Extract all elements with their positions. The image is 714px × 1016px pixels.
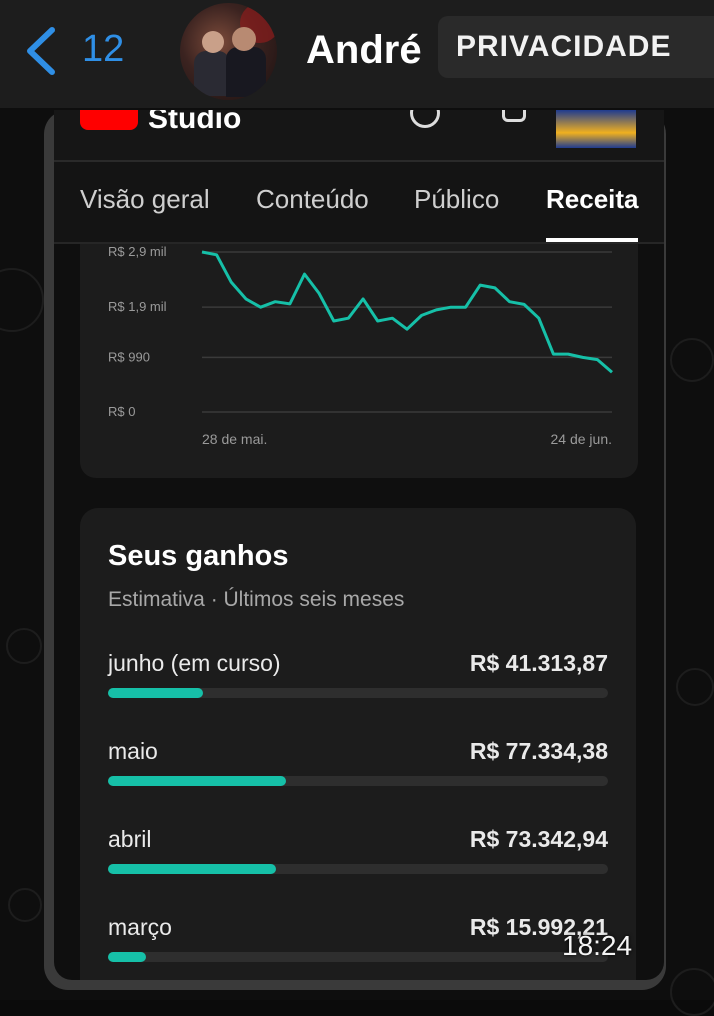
contact-avatar[interactable]	[180, 3, 277, 100]
earnings-title: Seus ganhos	[108, 540, 289, 572]
month-label: junho (em curso)	[108, 650, 281, 676]
youtube-logo-icon	[80, 110, 138, 130]
back-chevron-icon[interactable]	[22, 24, 62, 78]
x-tick-label: 24 de jun.	[551, 431, 613, 447]
tab-revenue: Receita	[546, 184, 639, 214]
tab-content: Conteúdo	[256, 184, 369, 214]
help-icon	[410, 110, 440, 128]
earnings-row-march: março R$ 15.992,21	[108, 914, 608, 974]
month-label: abril	[108, 826, 152, 852]
unread-count[interactable]: 12	[82, 28, 124, 71]
studio-app-title: Studio	[148, 110, 242, 135]
month-label: março	[108, 914, 172, 940]
earnings-bar-fill	[108, 688, 203, 698]
contact-name[interactable]: André	[306, 28, 422, 73]
month-amount: R$ 77.334,38	[469, 738, 608, 764]
earnings-bar-fill	[108, 952, 146, 962]
message-timestamp: 18:24	[562, 930, 633, 961]
privacy-button[interactable]: PRIVACIDADE	[438, 16, 714, 78]
earnings-bar-track	[108, 952, 608, 962]
month-amount: R$ 41.313,87	[469, 650, 608, 676]
earnings-bar-track	[108, 864, 608, 874]
y-tick-label: R$ 1,9 mil	[108, 299, 167, 314]
y-tick-label: R$ 0	[108, 404, 135, 419]
month-amount: R$ 73.342,94	[469, 826, 608, 852]
channel-avatar	[556, 110, 636, 148]
earnings-bar-fill	[108, 776, 286, 786]
studio-tabs: Visão geral Conteúdo Público Receita	[54, 162, 664, 242]
shared-screenshot[interactable]: Studio Visão geral Conteúdo Público Rece…	[54, 110, 664, 980]
earnings-subtitle: Estimativa · Últimos seis meses	[108, 588, 405, 611]
revenue-series-line	[201, 250, 613, 374]
earnings-bar-fill	[108, 864, 276, 874]
earnings-row-june: junho (em curso) R$ 41.313,87	[108, 650, 608, 710]
x-tick-label: 28 de mai.	[202, 431, 267, 447]
earnings-card: Seus ganhos Estimativa · Últimos seis me…	[80, 508, 636, 980]
y-tick-label: R$ 990	[108, 349, 150, 364]
tab-audience: Público	[414, 184, 500, 214]
tab-overview: Visão geral	[80, 184, 210, 214]
revenue-chart-card: R$ 2,9 mil R$ 1,9 mil R$ 990 R$ 0 28 de mai.…	[80, 244, 638, 478]
revenue-line-chart: R$ 2,9 mil R$ 1,9 mil R$ 990 R$ 0 28 de mai.…	[108, 244, 613, 447]
earnings-row-may: maio R$ 77.334,38	[108, 738, 608, 798]
earnings-bar-track	[108, 776, 608, 786]
bell-icon	[502, 110, 526, 122]
y-tick-label: R$ 2,9 mil	[108, 244, 167, 259]
studio-top-bar: Studio	[54, 110, 664, 160]
earnings-row-april: abril R$ 73.342,94	[108, 826, 608, 886]
chat-header: 12 André PRIVACIDADE	[0, 0, 714, 108]
earnings-bar-track	[108, 688, 608, 698]
month-label: maio	[108, 738, 158, 764]
